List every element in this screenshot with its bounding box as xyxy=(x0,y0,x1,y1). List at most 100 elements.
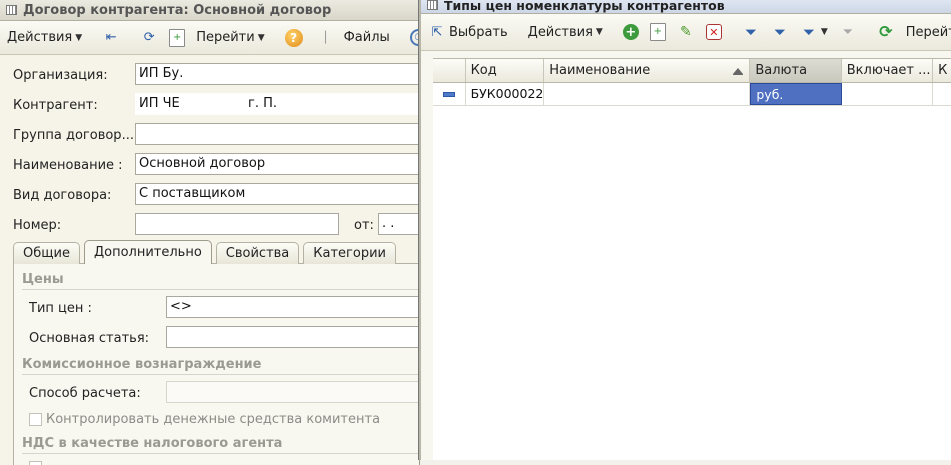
contract-window-title: Договор контрагента: Основной договор xyxy=(23,2,332,18)
cell-currency[interactable]: руб. xyxy=(750,83,842,105)
goto-label: Перейти xyxy=(905,24,951,40)
price-types-titlebar[interactable]: Типы цен номенклатуры контрагентов xyxy=(421,0,951,14)
copy-document-button[interactable]: + xyxy=(166,27,188,49)
actions-menu-button[interactable]: Действия ▼ xyxy=(525,23,606,42)
tab-additional[interactable]: Дополнительно xyxy=(83,240,212,264)
main-item-label: Основная статья: xyxy=(29,331,150,346)
edit-button[interactable]: ✎ xyxy=(674,21,698,43)
column-name[interactable]: Наименование xyxy=(544,59,751,82)
refresh-form-button[interactable]: ⟳ xyxy=(137,27,161,49)
clear-filter-icon: ⏷ xyxy=(842,24,853,40)
column-name-label: Наименование xyxy=(549,63,651,78)
cell-code[interactable]: БУК000022 xyxy=(466,83,545,105)
clear-filter-button[interactable]: ⏷ xyxy=(836,21,860,43)
calc-method-field[interactable] xyxy=(166,381,419,403)
contract-kind-value: С поставщиком xyxy=(139,186,246,201)
contract-tabs: Общие Дополнительно Свойства Категории xyxy=(13,240,396,264)
vat-agent-checkbox[interactable] xyxy=(29,461,42,465)
files-label: Файлы xyxy=(343,30,390,45)
counterparty-field[interactable]: ИП ЧЕ г. П. xyxy=(135,93,419,115)
filter-icon: ⏷ xyxy=(744,22,757,41)
chevron-down-icon: ▼ xyxy=(75,32,83,43)
vat-agent-section-title: НДС в качестве налогового агента xyxy=(22,436,283,451)
column-code[interactable]: Код xyxy=(466,59,545,82)
commission-section-title: Комиссионное вознаграждение xyxy=(22,357,262,372)
copy-document-icon: + xyxy=(649,23,666,41)
save-close-button[interactable]: ⇤ xyxy=(99,27,123,49)
filter-history-button[interactable]: ⏷ ▼ xyxy=(797,21,831,43)
column-marker[interactable] xyxy=(433,59,466,82)
control-funds-checkbox-row[interactable]: Контролировать денежные средства комитен… xyxy=(29,412,380,427)
price-types-table: Код Наименование Валюта Включает ... К Б… xyxy=(433,58,951,106)
cell-name[interactable] xyxy=(544,83,751,105)
cell-k[interactable] xyxy=(933,83,951,105)
column-k[interactable]: К xyxy=(933,59,951,82)
delete-icon: ✕ xyxy=(705,24,722,40)
section-divider xyxy=(22,374,419,375)
help-icon: ? xyxy=(284,28,303,47)
control-funds-checkbox[interactable] xyxy=(29,413,42,426)
section-divider xyxy=(22,453,419,454)
tab-categories[interactable]: Категории xyxy=(303,242,396,264)
filter-by-value-button[interactable]: ⏷ xyxy=(768,21,792,43)
actions-label: Действия xyxy=(527,24,593,40)
chevron-down-icon: ▼ xyxy=(257,32,265,43)
filter-button[interactable]: ⏷ xyxy=(739,21,763,43)
column-currency[interactable]: Валюта xyxy=(750,59,842,82)
number-field[interactable] xyxy=(135,213,339,235)
price-type-field[interactable]: <> xyxy=(166,296,419,318)
organization-field[interactable]: ИП Бу. xyxy=(135,63,419,85)
price-types-window: Типы цен номенклатуры контрагентов ⇱ Выб… xyxy=(419,0,951,460)
filter-value-icon: ⏷ xyxy=(773,22,786,41)
select-icon: ⇱ xyxy=(431,24,443,40)
date-label: от: xyxy=(354,218,374,233)
new-document-icon: + xyxy=(169,28,186,47)
window-grid-icon xyxy=(6,5,17,15)
chevron-down-icon: ▼ xyxy=(595,27,603,37)
column-includes[interactable]: Включает ... xyxy=(842,59,934,82)
goto-menu-button[interactable]: Перейти ▼ xyxy=(903,23,951,42)
files-button[interactable]: ⎸ Файлы xyxy=(320,27,393,49)
date-field[interactable]: . . xyxy=(378,213,419,235)
plus-icon: + xyxy=(622,24,639,40)
paperclip-icon: ⎸ xyxy=(325,30,339,45)
cell-includes[interactable] xyxy=(842,83,934,105)
delete-button[interactable]: ✕ xyxy=(703,22,725,42)
contract-kind-label: Вид договора: xyxy=(13,188,112,203)
organization-label: Организация: xyxy=(13,68,108,83)
sort-ascending-icon-line xyxy=(733,74,744,75)
contract-kind-field[interactable]: С поставщиком xyxy=(135,183,419,205)
copy-button[interactable]: + xyxy=(647,21,669,43)
section-divider xyxy=(22,289,419,290)
name-field[interactable]: Основной договор xyxy=(135,153,419,175)
goto-label: Перейти xyxy=(196,30,255,45)
add-button[interactable]: + xyxy=(620,22,642,42)
counterparty-value-part1: ИП ЧЕ xyxy=(139,96,180,111)
row-marker-cell xyxy=(433,83,466,105)
tab-general[interactable]: Общие xyxy=(13,242,80,264)
filter-history-icon: ⏷ xyxy=(802,22,815,41)
refresh-icon: ⟳ xyxy=(879,22,893,41)
main-item-field[interactable] xyxy=(166,326,419,348)
contract-window: Договор контрагента: Основной договор Де… xyxy=(0,0,420,465)
date-value: . . xyxy=(382,216,395,231)
form-refresh-icon: ⟳ xyxy=(143,30,155,45)
goto-menu-button[interactable]: Перейти ▼ xyxy=(193,28,267,47)
price-type-value: <> xyxy=(170,299,192,314)
actions-menu-button[interactable]: Действия ▼ xyxy=(4,28,85,47)
table-body xyxy=(433,104,951,460)
table-row[interactable]: БУК000022 руб. xyxy=(433,83,951,106)
refresh-list-button[interactable]: ⟳ xyxy=(874,21,898,43)
help-button[interactable]: ? xyxy=(282,27,306,49)
contract-window-titlebar[interactable]: Договор контрагента: Основной договор xyxy=(0,0,419,21)
window-grid-icon xyxy=(427,0,438,10)
calc-method-label: Способ расчета: xyxy=(29,386,141,401)
name-value: Основной договор xyxy=(139,156,266,171)
select-button[interactable]: ⇱ Выбрать xyxy=(425,21,511,43)
contract-group-field[interactable] xyxy=(135,123,419,145)
chevron-down-icon: ▼ xyxy=(820,27,828,37)
name-label: Наименование : xyxy=(13,158,123,173)
tab-properties[interactable]: Свойства xyxy=(215,242,300,264)
prices-section-title: Цены xyxy=(22,272,64,287)
table-header: Код Наименование Валюта Включает ... К xyxy=(433,59,951,83)
